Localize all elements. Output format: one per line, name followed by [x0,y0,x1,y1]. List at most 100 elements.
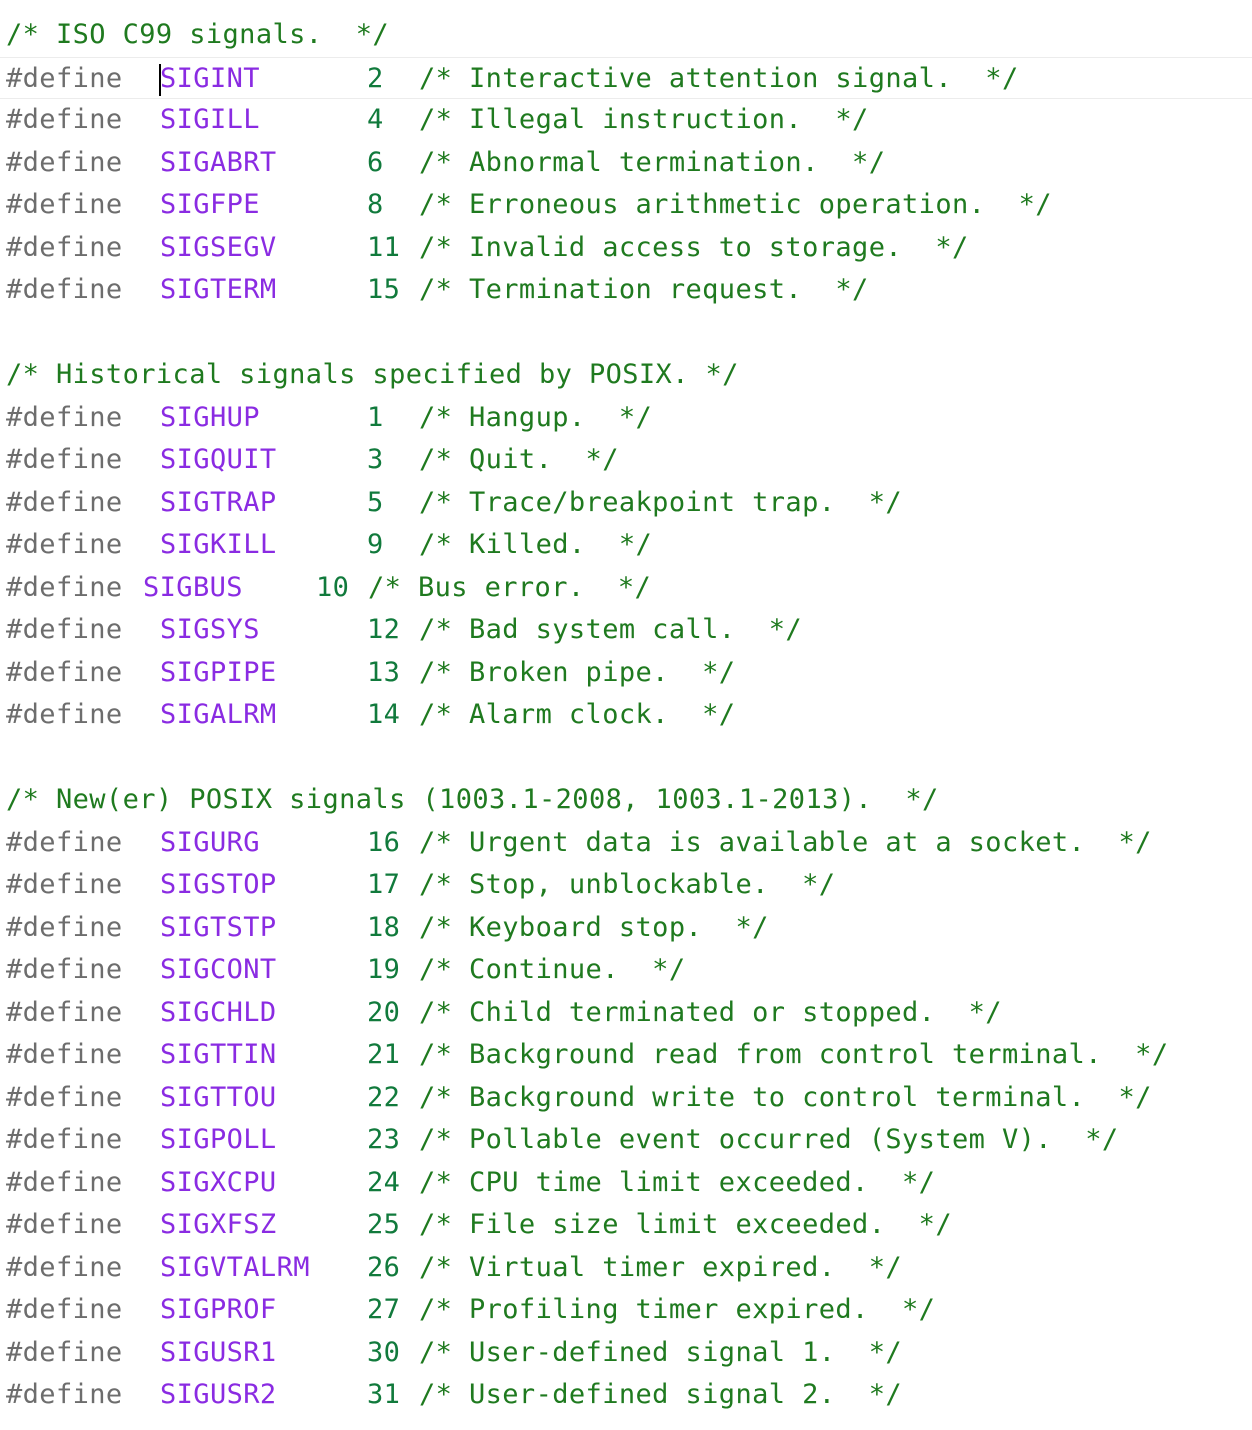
code-line[interactable]: #define SIGBUS 10 /* Bus error. */ [0,567,1252,610]
define-keyword: #define [6,1166,123,1198]
code-line[interactable]: #define SIGTRAP 5 /* Trace/breakpoint trap.… [0,482,1252,525]
inline-comment: /* Quit. */ [419,444,619,475]
code-line[interactable]: #define SIGTTOU 22 /* Background write to c… [0,1077,1252,1120]
macro-name: SIGCONT [160,954,277,985]
signal-number: 22 [367,1081,401,1113]
code-line[interactable]: #define SIGALRM 14 /* Alarm clock. */ [0,694,1252,737]
code-line[interactable]: #define SIGILL 4 /* Illegal instruction. */ [0,99,1252,142]
macro-name: SIGPROF [160,1294,277,1325]
inline-comment: /* Bad system call. */ [419,614,803,645]
code-line[interactable]: #define SIGPIPE 13 /* Broken pipe. */ [0,652,1252,695]
signal-number: 24 [367,1166,401,1198]
define-keyword: #define [6,401,123,433]
macro-name: SIGHUP [160,401,260,433]
macro-name: SIGUSR1 [160,1336,277,1368]
code-line[interactable]: #define SIGSEGV 11 /* Invalid access to sto… [0,227,1252,270]
macro-name: SIGABRT [160,146,277,178]
code-line[interactable]: #define SIGUSR1 30 /* User-defined signal 1… [0,1332,1252,1375]
code-line[interactable]: #define SIGTSTP 18 /* Keyboard stop. */ [0,907,1252,950]
signal-number: 9 [367,529,384,560]
code-line[interactable]: #define SIGTERM 15 /* Termination request. … [0,269,1252,312]
code-line[interactable]: #define SIGCONT 19 /* Continue. */ [0,949,1252,992]
macro-name: SIGALRM [160,699,277,730]
inline-comment: /* Bus error. */ [368,571,652,603]
signal-number: 10 [316,571,350,603]
section-comment[interactable]: /* New(er) POSIX signals (1003.1-2008, 1… [0,779,1252,822]
define-keyword: #define [6,1294,123,1325]
define-keyword: #define [6,954,123,985]
macro-name: SIGILL [160,104,260,135]
define-keyword: #define [6,62,123,94]
code-line[interactable]: #define SIGXFSZ 25 /* File size limit excee… [0,1204,1252,1247]
code-line[interactable]: #define SIGXCPU 24 /* CPU time limit exceed… [0,1162,1252,1205]
inline-comment: /* Termination request. */ [419,274,869,305]
inline-comment: /* CPU time limit exceeded. */ [419,1166,936,1198]
define-keyword: #define [6,911,123,943]
inline-comment: /* Urgent data is available at a socket.… [419,826,1152,858]
signal-number: 13 [367,656,401,688]
blank-line[interactable] [0,312,1252,355]
macro-name: SIGSYS [160,614,260,645]
signal-number: 3 [367,444,384,475]
define-keyword: #define [6,146,123,178]
define-keyword: #define [6,869,123,900]
inline-comment: /* Background write to control terminal.… [419,1081,1152,1113]
signal-number: 14 [367,699,401,730]
code-line[interactable]: #define SIGCHLD 20 /* Child terminated or s… [0,992,1252,1035]
code-line[interactable]: #define SIGABRT 6 /* Abnormal termination. … [0,142,1252,185]
inline-comment: /* Continue. */ [419,954,686,985]
define-keyword: #define [6,1081,123,1113]
inline-comment: /* Virtual timer expired. */ [419,1251,903,1283]
blank-line[interactable] [0,737,1252,780]
text-cursor [159,63,161,96]
macro-name: SIGBUS [143,571,243,603]
code-line[interactable]: #define SIGVTALRM 26 /* Virtual timer expir… [0,1247,1252,1290]
code-line[interactable]: #define SIGHUP 1 /* Hangup. */ [0,397,1252,440]
code-line[interactable]: #define SIGSYS 12 /* Bad system call. */ [0,609,1252,652]
define-keyword: #define [6,571,123,603]
define-keyword: #define [6,826,123,858]
macro-name: SIGPIPE [160,656,277,688]
code-line[interactable]: #define SIGPROF 27 /* Profiling timer expir… [0,1289,1252,1332]
code-line[interactable]: #define SIGURG 16 /* Urgent data is availab… [0,822,1252,865]
section-comment[interactable]: /* ISO C99 signals. */ [0,14,1252,57]
code-line[interactable]: #define SIGPOLL 23 /* Pollable event occurr… [0,1119,1252,1162]
macro-name: SIGPOLL [160,1124,277,1155]
code-line[interactable]: #define SIGFPE 8 /* Erroneous arithmetic op… [0,184,1252,227]
macro-name: SIGINT [160,62,260,94]
section-comment[interactable]: /* Historical signals specified by POSIX… [0,354,1252,397]
signal-number: 25 [367,1209,401,1240]
code-line[interactable]: #define SIGINT 2 /* Interactive attention s… [0,56,1252,99]
code-editor[interactable]: /* ISO C99 signals. */ #define SIGINT 2 /* … [0,14,1252,1417]
inline-comment: /* Alarm clock. */ [419,699,736,730]
inline-comment: /* Trace/breakpoint trap. */ [419,486,903,518]
macro-name: SIGTTOU [160,1081,277,1113]
code-line[interactable]: #define SIGQUIT 3 /* Quit. */ [0,439,1252,482]
inline-comment: /* Invalid access to storage. */ [419,231,969,263]
signal-number: 2 [367,62,384,94]
macro-name: SIGQUIT [160,444,277,475]
inline-comment: /* Broken pipe. */ [419,656,736,688]
signal-number: 11 [367,231,401,263]
define-keyword: #define [6,189,123,220]
signal-number: 30 [367,1336,401,1368]
inline-comment: /* User-defined signal 1. */ [419,1336,903,1368]
code-line[interactable]: #define SIGKILL 9 /* Killed. */ [0,524,1252,567]
inline-comment: /* Interactive attention signal. */ [419,62,1019,94]
signal-number: 17 [367,869,401,900]
code-line[interactable]: #define SIGSTOP 17 /* Stop, unblockable. */ [0,864,1252,907]
code-line[interactable]: #define SIGUSR2 31 /* User-defined signal 2… [0,1374,1252,1417]
inline-comment: /* File size limit exceeded. */ [419,1209,952,1240]
signal-number: 12 [367,614,401,645]
macro-name: SIGKILL [160,529,277,560]
code-line[interactable]: #define SIGTTIN 21 /* Background read from … [0,1034,1252,1077]
define-keyword: #define [6,104,123,135]
signal-number: 27 [367,1294,401,1325]
inline-comment: /* Illegal instruction. */ [419,104,869,135]
define-keyword: #define [6,486,123,518]
signal-number: 23 [367,1124,401,1155]
signal-number: 18 [367,911,401,943]
signal-number: 1 [367,401,384,433]
macro-name: SIGXFSZ [160,1209,277,1240]
define-keyword: #define [6,231,123,263]
